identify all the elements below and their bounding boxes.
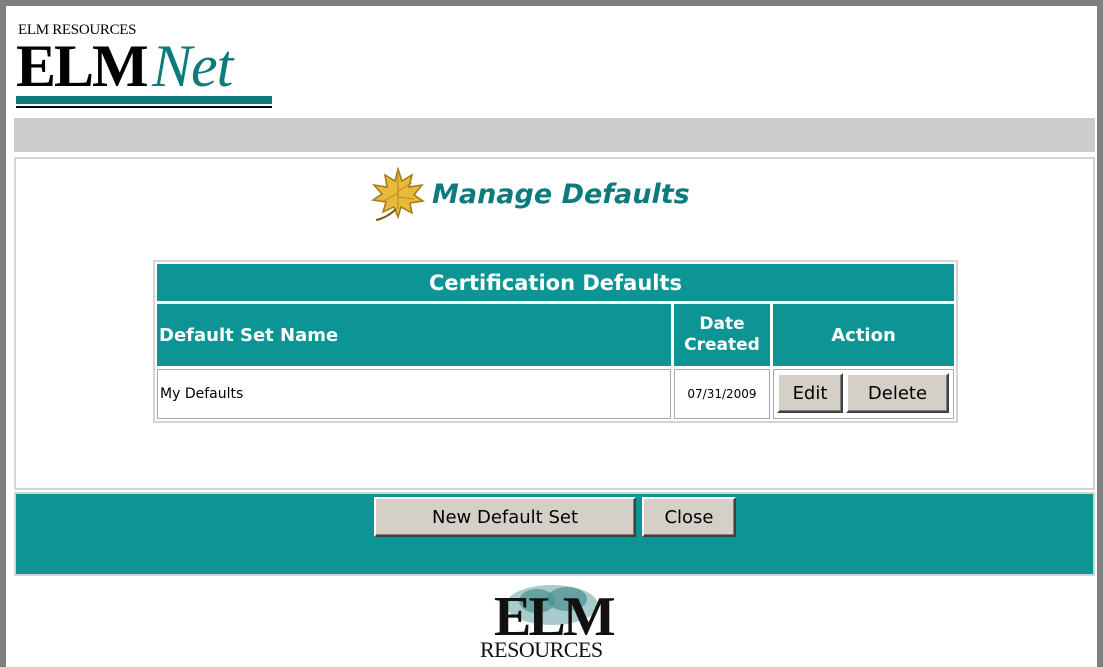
close-button[interactable]: Close [642, 497, 736, 537]
column-header-action: Action [773, 304, 954, 366]
column-header-date: Date Created [674, 304, 770, 366]
delete-button[interactable]: Delete [846, 373, 949, 413]
bottom-logo-resources: RESOURCES [480, 637, 603, 662]
defaults-table: Certification Defaults Default Set Name … [153, 260, 958, 423]
main-content: Manage Defaults Certification Defaults D… [14, 157, 1095, 490]
row-name-cell: My Defaults [157, 369, 671, 419]
edit-button[interactable]: Edit [777, 373, 843, 413]
row-action-cell: Edit Delete [773, 369, 954, 419]
logo-underline [16, 96, 272, 104]
row-date-cell: 07/31/2009 [674, 369, 770, 419]
page-title: Manage Defaults [432, 179, 690, 210]
elmnet-logo: ELM RESOURCES ELM Net [16, 22, 272, 110]
logo-net-text: Net [152, 33, 233, 99]
logo-elm-text: ELM [16, 33, 149, 99]
navigation-bar [14, 118, 1095, 152]
column-header-name: Default Set Name [157, 304, 671, 366]
logo-underline-thin [16, 106, 272, 108]
elm-resources-logo: ELM RESOURCES [480, 583, 630, 665]
table-title: Certification Defaults [157, 264, 954, 301]
new-default-set-button[interactable]: New Default Set [374, 497, 636, 537]
maple-leaf-icon [370, 166, 426, 221]
button-panel: New Default Set Close [14, 492, 1095, 576]
